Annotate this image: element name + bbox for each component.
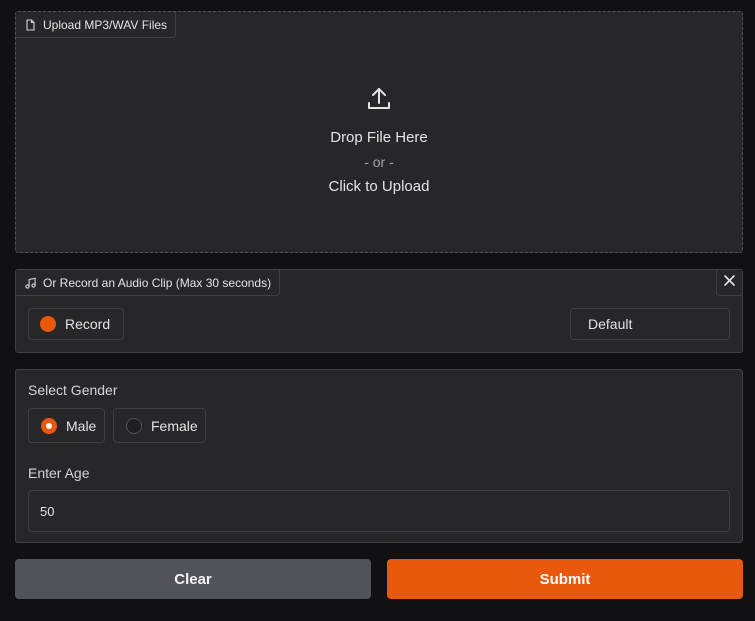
upload-prompt[interactable]: Drop File Here - or - Click to Upload [16,86,742,195]
age-input-value: 50 [40,503,55,519]
radio-checked-icon [41,417,57,434]
file-icon [25,18,36,31]
microphone-device-select[interactable]: Default [570,308,730,340]
age-input[interactable]: 50 [28,490,730,532]
upload-icon [366,86,392,117]
audio-record-panel: Or Record an Audio Clip (Max 30 seconds)… [15,269,743,353]
gender-option-female[interactable]: Female [113,408,206,443]
file-upload-dropzone[interactable]: Upload MP3/WAV Files Drop File Here - or… [15,11,743,253]
gender-option-label: Female [151,417,198,434]
submit-button[interactable]: Submit [387,559,743,599]
or-separator-text: - or - [364,154,394,170]
record-button-label: Record [65,316,111,332]
drop-file-text: Drop File Here [330,129,428,146]
clear-button[interactable]: Clear [15,559,371,599]
record-dot-icon [40,316,56,332]
music-note-icon [25,277,36,289]
record-label: Or Record an Audio Clip (Max 30 seconds) [43,275,272,290]
close-icon [723,274,736,292]
submit-button-label: Submit [539,570,591,588]
click-to-upload-text: Click to Upload [328,178,430,195]
radio-unchecked-icon [126,417,142,434]
age-label: Enter Age [28,465,90,481]
clear-button-label: Clear [174,570,212,588]
upload-label: Upload MP3/WAV Files [43,17,168,32]
upload-label-chip: Upload MP3/WAV Files [16,12,177,38]
gender-label: Select Gender [28,382,118,398]
user-info-form: Select Gender Male Female Enter Age 50 [15,369,743,543]
record-label-chip: Or Record an Audio Clip (Max 30 seconds) [16,270,281,296]
record-button[interactable]: Record [28,308,124,340]
close-button[interactable] [716,270,742,296]
gender-option-label: Male [66,417,97,434]
gender-option-male[interactable]: Male [28,408,105,443]
device-select-value: Default [588,316,633,332]
